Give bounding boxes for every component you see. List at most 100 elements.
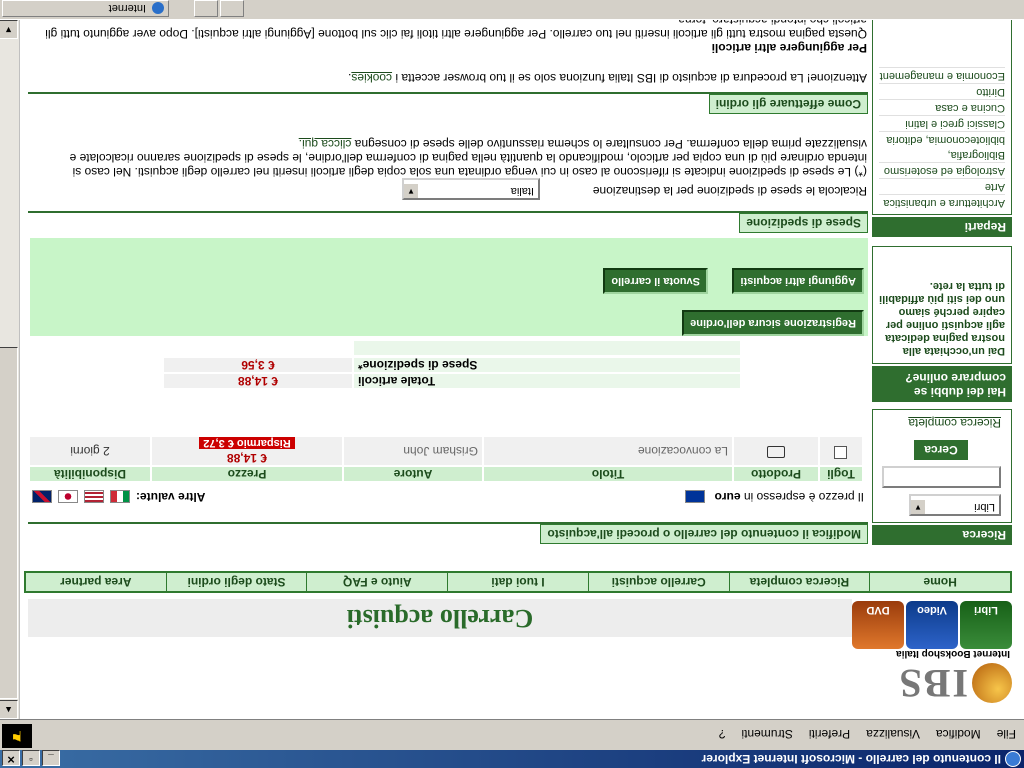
menu-favorites[interactable]: Preferiti bbox=[809, 727, 850, 741]
ibs-logo[interactable]: IBS Internet Bookshop Italia bbox=[877, 648, 1012, 711]
department-item[interactable]: Bibliografia, biblioteconomia, editoria bbox=[879, 131, 1005, 162]
department-item[interactable]: Economia e management bbox=[879, 67, 1005, 83]
search-category-select[interactable]: Libri ▼ bbox=[909, 494, 1001, 516]
department-item[interactable]: Classici greci e latini bbox=[879, 115, 1005, 131]
shipping-row: Spese di spedizione* € 3,56 bbox=[164, 358, 740, 372]
department-item[interactable]: Diritto bbox=[879, 83, 1005, 99]
minimize-button[interactable]: _ bbox=[42, 750, 60, 766]
scrollbar-thumb[interactable] bbox=[0, 347, 18, 699]
department-item[interactable]: Architettura e urbanistica bbox=[879, 194, 1005, 210]
item-author[interactable]: Grisham John bbox=[344, 437, 482, 465]
table-row: La convocazione Grisham John € 14,88 Ris… bbox=[30, 437, 862, 465]
doubts-box: Dai un'occhiata alla nostra pagina dedic… bbox=[872, 246, 1012, 364]
logo-tagline: Internet Bookshop Italia bbox=[896, 648, 1010, 659]
section-icons: Libri Video DVD bbox=[852, 599, 1012, 649]
add-more-button[interactable]: Aggiungi altri acquisti bbox=[732, 268, 864, 294]
cookies-link[interactable]: cookies bbox=[351, 71, 392, 85]
chevron-down-icon: ▼ bbox=[911, 500, 925, 514]
books-section-label: Libri bbox=[974, 604, 998, 616]
col-title: Titolo bbox=[484, 467, 732, 481]
video-section-icon[interactable]: Video bbox=[906, 601, 958, 649]
search-input[interactable] bbox=[882, 466, 1001, 488]
chevron-down-icon: ▼ bbox=[404, 184, 418, 198]
department-item[interactable]: Astrologia ed esoterismo bbox=[879, 162, 1005, 178]
menu-file[interactable]: File bbox=[997, 727, 1016, 741]
item-price: € 14,88 bbox=[226, 451, 268, 465]
shipping-note-text: (*) Le spese di spedizione indicate si r… bbox=[69, 137, 867, 179]
search-category-value: Libri bbox=[974, 501, 995, 513]
browser-window: Il contenuto del carrello - Microsoft In… bbox=[0, 0, 1024, 768]
page-content: IBS Internet Bookshop Italia Libri Video… bbox=[20, 20, 1024, 719]
nav-home[interactable]: Home bbox=[869, 573, 1010, 591]
vertical-scrollbar[interactable]: ▲ ▼ bbox=[0, 20, 20, 719]
col-author: Autore bbox=[344, 467, 482, 481]
scroll-up-icon[interactable]: ▲ bbox=[0, 700, 18, 719]
howto-section-title: Come effettuare gli ordini bbox=[708, 94, 868, 114]
search-box: Libri ▼ Cerca Ricerca completa bbox=[872, 409, 1012, 523]
usa-flag-icon[interactable] bbox=[84, 490, 104, 504]
empty-cart-button[interactable]: Svuota il carrello bbox=[603, 268, 708, 294]
menu-bar: File Modifica Visualizza Preferiti Strum… bbox=[0, 719, 1024, 750]
col-product: Prodotto bbox=[734, 467, 818, 481]
dvd-section-icon[interactable]: DVD bbox=[852, 601, 904, 649]
cart-table: Togli Prodotto Titolo Autore Prezzo Disp… bbox=[28, 435, 864, 483]
nav-order-status[interactable]: Stato degli ordini bbox=[165, 573, 307, 591]
howto-text-end: . bbox=[348, 71, 352, 85]
item-title[interactable]: La convocazione bbox=[484, 437, 732, 465]
recalc-label: Ricalcola le spese di spedizione per la … bbox=[592, 184, 867, 198]
menu-tools[interactable]: Strumenti bbox=[741, 727, 792, 741]
add-more-text: Questa pagina mostra tutti gli articoli … bbox=[45, 20, 867, 41]
search-button[interactable]: Cerca bbox=[914, 440, 968, 460]
departments-box: Architettura e urbanistica Arte Astrolog… bbox=[872, 20, 1012, 215]
nav-advanced-search[interactable]: Ricerca completa bbox=[728, 573, 870, 591]
close-button[interactable]: ✕ bbox=[2, 750, 20, 766]
doubts-text[interactable]: Dai un'occhiata alla nostra pagina dedic… bbox=[879, 279, 1005, 357]
col-remove: Togli bbox=[820, 467, 862, 481]
total-row: Totale articoli € 14,88 bbox=[164, 374, 740, 388]
nav-cart[interactable]: Carrello acquisti bbox=[587, 573, 729, 591]
department-item[interactable]: Arte bbox=[879, 178, 1005, 194]
italy-flag-icon[interactable] bbox=[110, 490, 130, 504]
other-currencies-label: Altre valute: bbox=[136, 490, 206, 504]
status-panel bbox=[220, 0, 244, 17]
menu-help[interactable]: ? bbox=[719, 727, 726, 741]
video-section-label: Video bbox=[917, 604, 947, 616]
scroll-down-icon[interactable]: ▼ bbox=[0, 20, 18, 39]
cart-actions: Aggiungi altri acquisti Svuota il carrel… bbox=[30, 238, 868, 336]
nav-partner-area[interactable]: Area partner bbox=[26, 573, 166, 591]
logo-text: IBS bbox=[897, 661, 969, 706]
nav-my-data[interactable]: I tuoi dati bbox=[447, 573, 588, 591]
destination-select[interactable]: Italia ▼ bbox=[402, 178, 540, 200]
main-nav: Home Ricerca completa Carrello acquisti … bbox=[24, 571, 1012, 593]
maximize-button[interactable]: ▫ bbox=[22, 750, 40, 766]
advanced-search-link[interactable]: Ricerca completa bbox=[908, 416, 1001, 430]
ie-icon bbox=[1005, 751, 1021, 767]
book-icon bbox=[767, 446, 785, 459]
search-heading: Ricerca bbox=[872, 525, 1012, 545]
secure-checkout-button[interactable]: Registrazione sicura dell'ordine bbox=[682, 310, 864, 336]
nav-help-faq[interactable]: Aiuto e FAQ bbox=[306, 573, 448, 591]
globe-icon bbox=[152, 2, 164, 15]
howto-text: Attenzione! La procedura di acquisto di … bbox=[395, 71, 867, 85]
product-cell bbox=[734, 437, 818, 465]
remove-checkbox[interactable] bbox=[834, 446, 848, 459]
zone-label: Internet bbox=[108, 2, 146, 15]
total-label: Totale articoli bbox=[354, 374, 740, 388]
department-item[interactable]: Cucina e casa bbox=[879, 99, 1005, 115]
shipping-section-title: Spese di spedizione bbox=[739, 213, 868, 233]
window-title: Il contenuto del carrello - Microsoft In… bbox=[701, 752, 1001, 766]
price-cell: € 14,88 Risparmio € 3,72 bbox=[152, 437, 342, 465]
page-title: Carrello acquisti bbox=[28, 599, 852, 637]
cart-section-title: Modifica il contenuto del carrello o pro… bbox=[540, 524, 868, 544]
menu-view[interactable]: Visualizza bbox=[866, 727, 920, 741]
shipping-schedule-link[interactable]: clicca qui. bbox=[299, 137, 352, 151]
uk-flag-icon[interactable] bbox=[32, 490, 52, 504]
window-title-bar: Il contenuto del carrello - Microsoft In… bbox=[0, 750, 1024, 768]
doubts-heading: Hai dei dubbi se comprare online? bbox=[872, 366, 1012, 402]
menu-edit[interactable]: Modifica bbox=[936, 727, 981, 741]
currency-name: euro bbox=[714, 490, 741, 504]
cart-section-divider bbox=[28, 522, 868, 524]
japan-flag-icon[interactable] bbox=[58, 490, 78, 504]
add-more-section-title: Per aggiungere altri articoli bbox=[711, 41, 867, 55]
books-section-icon[interactable]: Libri bbox=[960, 601, 1012, 649]
